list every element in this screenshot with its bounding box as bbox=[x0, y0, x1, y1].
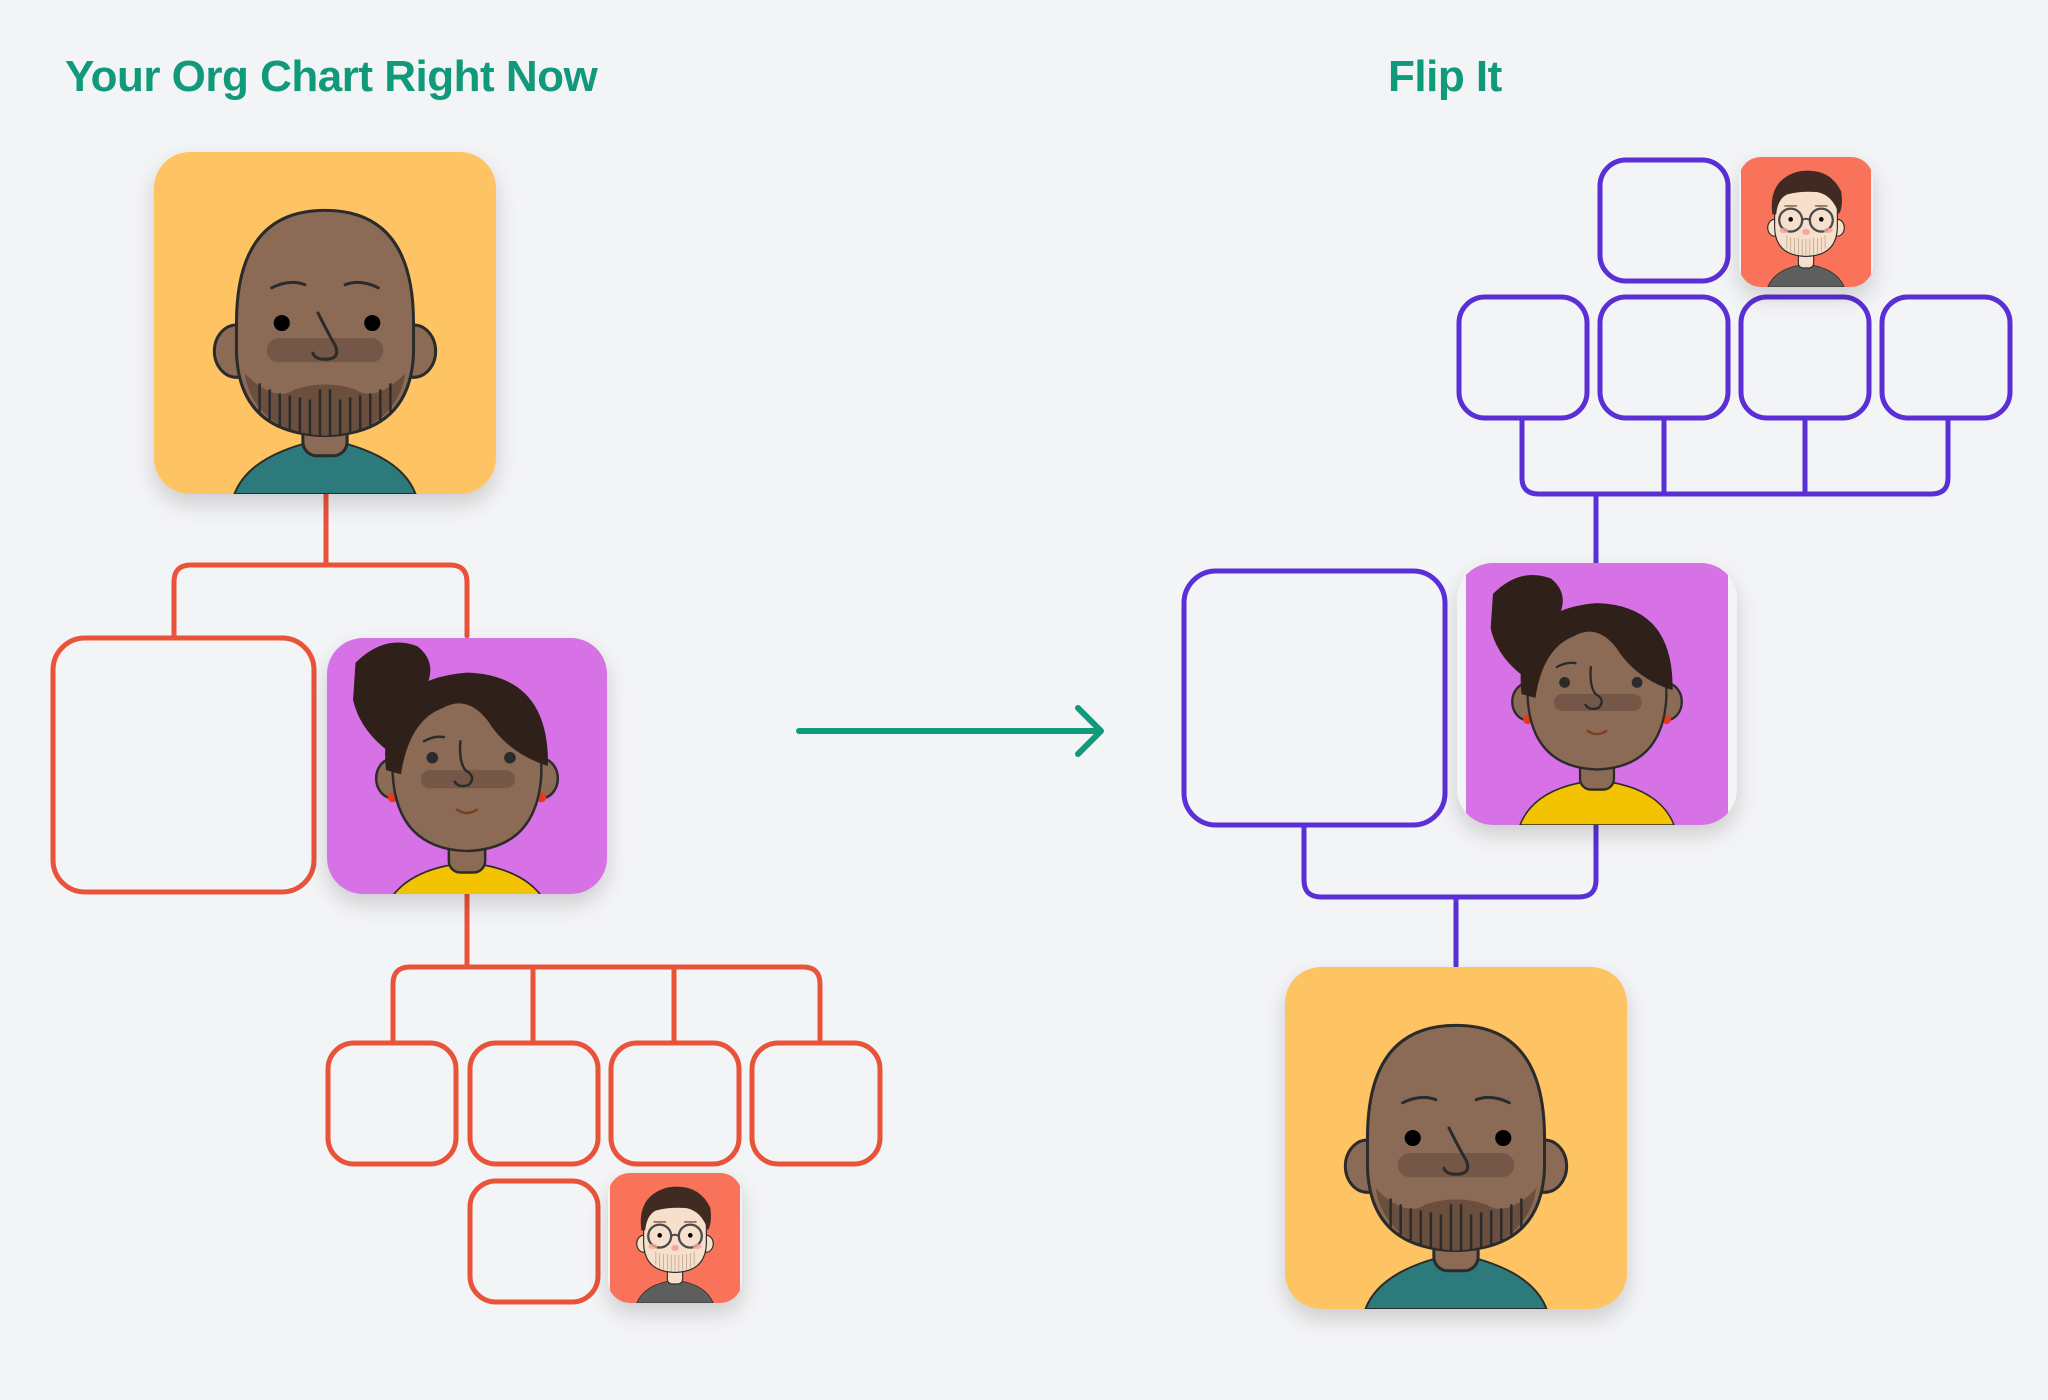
empty-position-box bbox=[467, 1178, 601, 1305]
bald-bearded-man-avatar-icon bbox=[154, 152, 496, 494]
empty-position-box bbox=[467, 1040, 601, 1167]
man-with-glasses-avatar-icon bbox=[1739, 157, 1873, 287]
empty-position-box bbox=[1738, 294, 1872, 421]
empty-position-box bbox=[1456, 294, 1590, 421]
connector-team-bracket bbox=[390, 964, 823, 1044]
empty-position-box bbox=[1181, 568, 1448, 828]
left-org-chart bbox=[50, 489, 883, 1305]
avatar-team-member-glasses bbox=[1739, 157, 1873, 287]
avatar-executive-bald-man bbox=[1285, 967, 1627, 1309]
avatar-manager-woman bbox=[1457, 563, 1737, 825]
woman-with-ponytail-avatar-icon bbox=[327, 638, 607, 894]
man-with-glasses-avatar-icon bbox=[608, 1173, 742, 1303]
empty-position-box bbox=[1879, 294, 2013, 421]
avatar-team-member-glasses bbox=[608, 1173, 742, 1303]
empty-position-box bbox=[608, 1040, 742, 1167]
empty-position-box bbox=[1597, 294, 1731, 421]
empty-position-box bbox=[749, 1040, 883, 1167]
empty-position-box bbox=[50, 635, 317, 895]
connector-team-bracket bbox=[1519, 417, 1951, 497]
avatar-executive-bald-man bbox=[154, 152, 496, 494]
connector-manager-bracket bbox=[1301, 821, 1599, 900]
woman-with-ponytail-avatar-icon bbox=[1457, 563, 1737, 825]
empty-position-box bbox=[1597, 157, 1731, 284]
empty-position-box bbox=[325, 1040, 459, 1167]
avatar-manager-woman bbox=[327, 638, 607, 894]
connector-manager-bracket bbox=[171, 562, 470, 639]
bald-bearded-man-avatar-icon bbox=[1285, 967, 1627, 1309]
arrow-right-icon bbox=[796, 705, 1104, 757]
